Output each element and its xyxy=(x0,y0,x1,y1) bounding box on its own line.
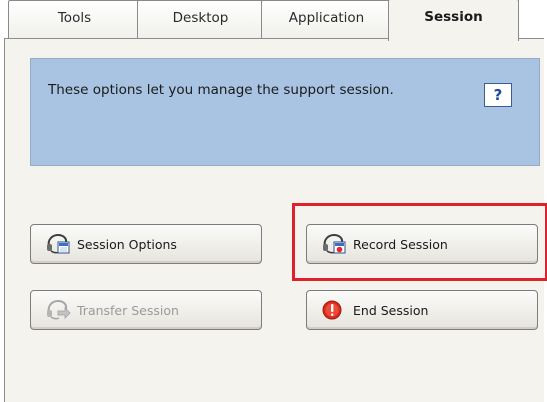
tab-application[interactable]: Application xyxy=(261,0,392,38)
help-button[interactable]: ? xyxy=(484,83,512,107)
tab-session[interactable]: Session xyxy=(388,0,519,41)
end-session-label: End Session xyxy=(353,302,429,318)
transfer-session-button[interactable]: Transfer Session xyxy=(30,290,262,330)
transfer-session-label: Transfer Session xyxy=(77,302,179,318)
session-panel-window: Tools Desktop Application Session These … xyxy=(0,0,547,402)
headset-icon xyxy=(47,233,70,254)
session-options-label: Session Options xyxy=(77,236,177,252)
session-options-button[interactable]: Session Options xyxy=(30,224,262,264)
end-session-button[interactable]: End Session xyxy=(306,290,538,330)
record-session-highlight-frame xyxy=(292,203,547,281)
tab-strip: Tools Desktop Application Session xyxy=(0,0,547,41)
info-text: These options let you manage the support… xyxy=(48,82,394,98)
tab-tools[interactable]: Tools xyxy=(8,0,141,38)
end-session-icon xyxy=(322,300,342,320)
tab-desktop[interactable]: Desktop xyxy=(137,0,264,38)
info-box xyxy=(30,58,540,166)
headset-transfer-icon xyxy=(47,299,71,320)
